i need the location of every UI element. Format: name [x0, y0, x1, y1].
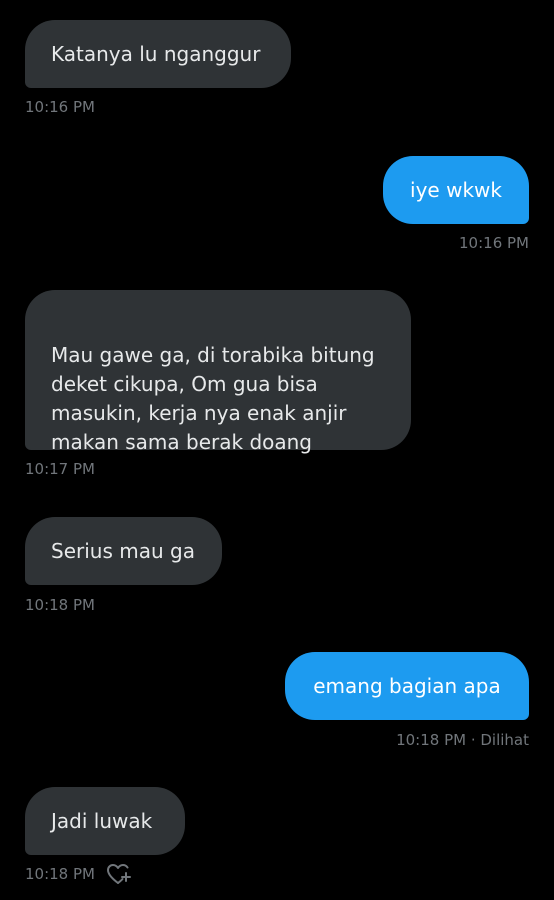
message-timestamp: 10:16 PM — [459, 234, 529, 252]
message-bubble-outgoing[interactable]: emang bagian apa — [285, 652, 529, 720]
message-timestamp: 10:16 PM — [25, 98, 95, 116]
message-timestamp: 10:18 PM — [25, 596, 95, 614]
heart-plus-icon[interactable] — [106, 862, 132, 886]
message-bubble-incoming[interactable]: Katanya lu nganggur — [25, 20, 291, 88]
message-text: Mau gawe ga, di torabika bitung deket ci… — [51, 343, 375, 454]
message-text: Serius mau ga — [51, 538, 195, 563]
message-timestamp: 10:18 PM — [25, 865, 95, 883]
message-bubble-outgoing[interactable]: iye wkwk — [383, 156, 529, 224]
message-bubble-incoming[interactable]: Serius mau ga — [25, 517, 222, 585]
message-timestamp-seen: 10:18 PM · Dilihat — [396, 731, 529, 749]
message-bubble-incoming[interactable]: Jadi luwak — [25, 787, 185, 855]
message-text: Jadi luwak — [51, 808, 153, 833]
message-timestamp: 10:17 PM — [25, 460, 95, 478]
message-text: emang bagian apa — [313, 673, 501, 698]
message-text: iye wkwk — [410, 177, 502, 202]
message-text: Katanya lu nganggur — [51, 41, 261, 66]
message-bubble-incoming[interactable]: Mau gawe ga, di torabika bitung deket ci… — [25, 290, 411, 454]
